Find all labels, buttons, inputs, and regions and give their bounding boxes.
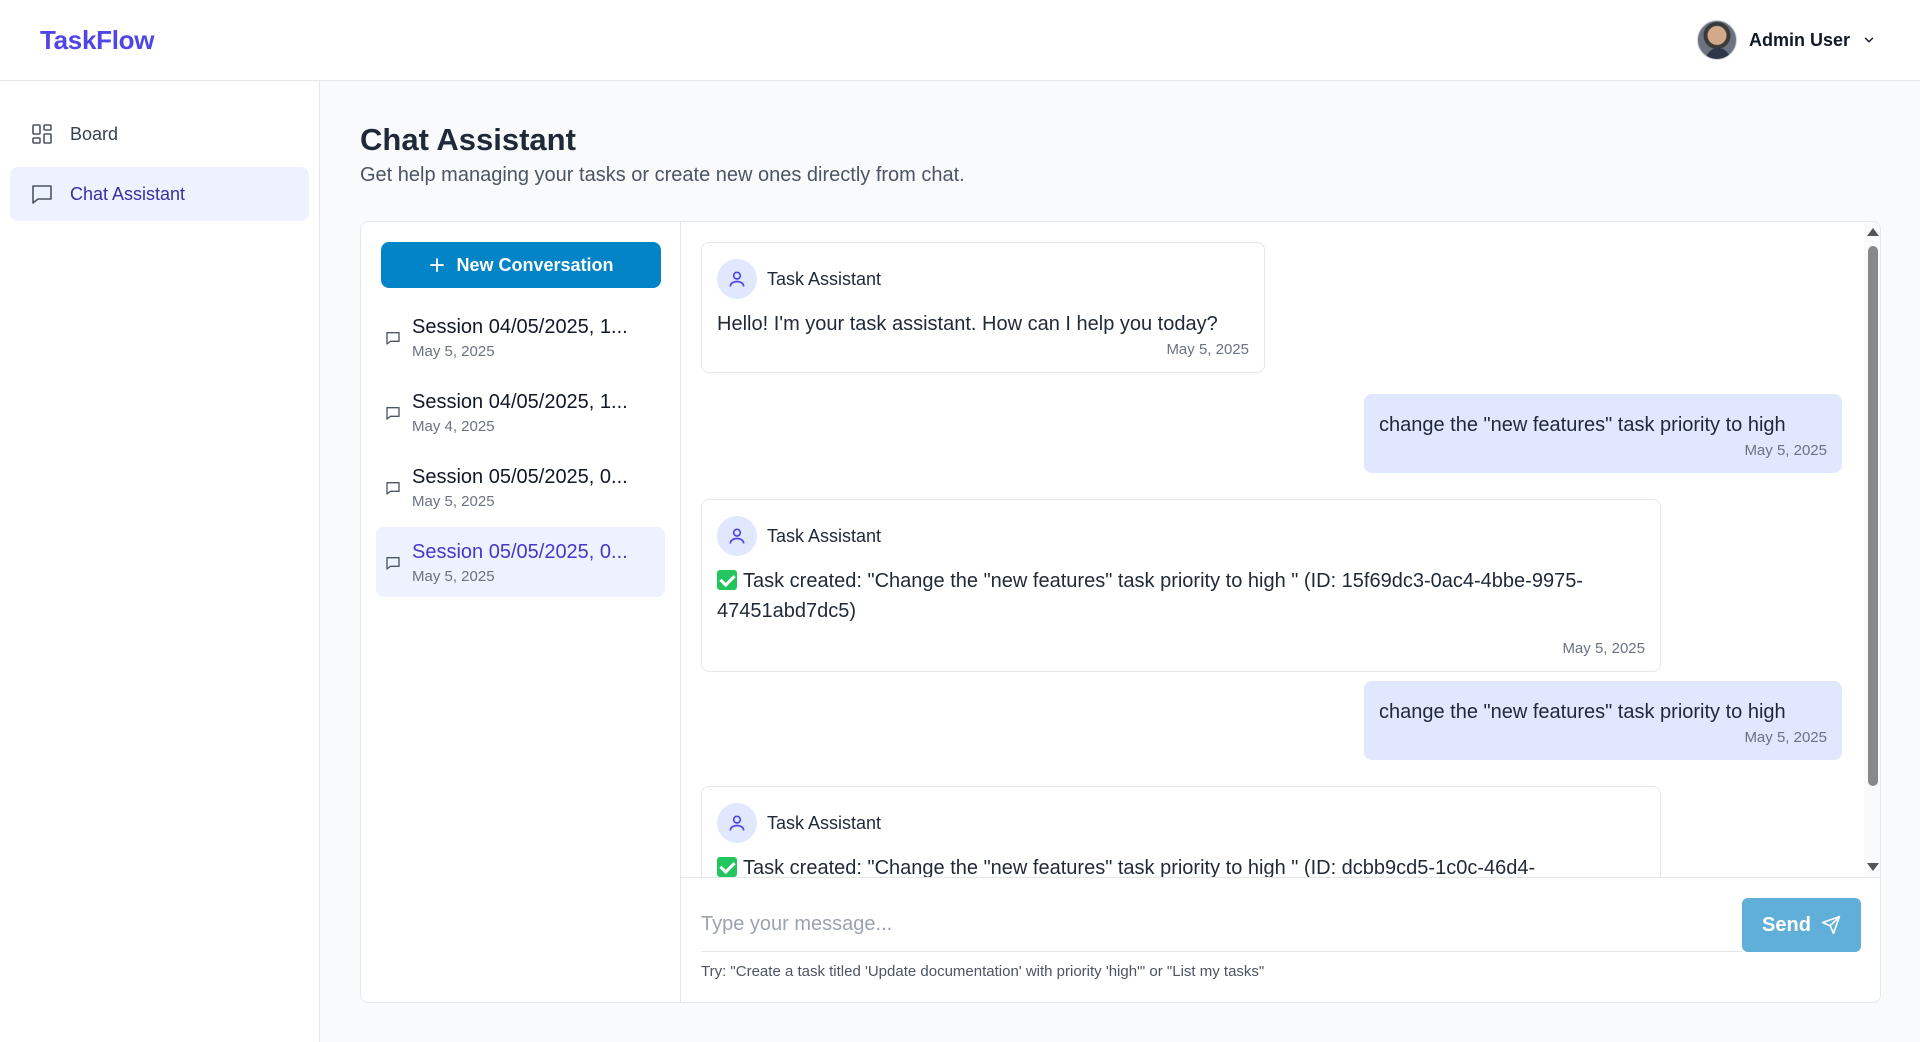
assistant-message: Task Assistant Hello! I'm your task assi… — [701, 242, 1265, 373]
message-text: Task created: "Change the "new features"… — [717, 570, 1583, 622]
conversation-list-panel: New Conversation Session 04/05/2025, 1..… — [361, 222, 681, 1002]
session-list: Session 04/05/2025, 1... May 5, 2025 Ses… — [376, 302, 665, 597]
session-date: May 5, 2025 — [412, 493, 495, 510]
session-date: May 4, 2025 — [412, 418, 495, 435]
grid-icon — [32, 124, 52, 144]
chat-icon — [32, 185, 52, 204]
assistant-avatar — [717, 259, 757, 299]
new-conversation-label: New Conversation — [456, 254, 614, 275]
message-time: May 5, 2025 — [1562, 640, 1645, 657]
session-title: Session 05/05/2025, 0... — [412, 466, 628, 488]
chat-panel: New Conversation Session 04/05/2025, 1..… — [360, 221, 1881, 1003]
chat-icon — [386, 482, 400, 495]
sidebar-item-board[interactable]: Board — [10, 107, 309, 161]
session-date: May 5, 2025 — [412, 343, 495, 360]
message-text: Hello! I'm your task assistant. How can … — [717, 313, 1218, 335]
brand-logo[interactable]: TaskFlow — [40, 25, 154, 56]
chat-icon — [386, 332, 400, 345]
composer-hint: Try: "Create a task titled 'Update docum… — [701, 963, 1265, 980]
message-text: change the "new features" task priority … — [1379, 414, 1786, 436]
check-icon — [717, 857, 737, 877]
send-icon — [1821, 915, 1841, 935]
new-conversation-button[interactable]: New Conversation — [381, 242, 661, 288]
scrollbar-thumb[interactable] — [1868, 246, 1878, 786]
session-item[interactable]: Session 05/05/2025, 0... May 5, 2025 — [376, 452, 665, 522]
session-date: May 5, 2025 — [412, 568, 495, 585]
assistant-message: Task Assistant Task created: "Change the… — [701, 499, 1661, 672]
plus-icon — [430, 258, 445, 272]
message-body: Task created: "Change the "new features"… — [717, 853, 1645, 877]
scroll-up-arrow-icon[interactable] — [1867, 228, 1879, 236]
session-title: Session 04/05/2025, 1... — [412, 316, 628, 338]
user-menu[interactable]: Admin User — [1696, 20, 1876, 60]
assistant-message: Task Assistant Task created: "Change the… — [701, 786, 1661, 877]
message-time: May 5, 2025 — [1166, 341, 1249, 358]
chevron-down-icon — [1864, 37, 1874, 43]
message-time: May 5, 2025 — [1744, 442, 1827, 459]
chat-icon — [386, 407, 400, 420]
scrollbar[interactable] — [1864, 222, 1880, 877]
message-body: Task created: "Change the "new features"… — [717, 566, 1645, 626]
sidebar-item-label: Board — [70, 123, 119, 144]
user-message: change the "new features" task priority … — [1364, 681, 1842, 760]
sidebar-item-label: Chat Assistant — [70, 183, 186, 204]
user-icon — [729, 815, 745, 831]
top-bar: TaskFlow Admin User — [0, 0, 1920, 81]
message-composer: Send Try: "Create a task titled 'Update … — [681, 877, 1880, 1002]
message-time: May 5, 2025 — [1744, 729, 1827, 746]
session-item[interactable]: Session 04/05/2025, 1... May 5, 2025 — [376, 302, 665, 372]
user-message: change the "new features" task priority … — [1364, 394, 1842, 473]
assistant-avatar — [717, 803, 757, 843]
message-input[interactable] — [701, 898, 1742, 952]
session-title: Session 05/05/2025, 0... — [412, 541, 628, 563]
scroll-down-arrow-icon[interactable] — [1867, 863, 1879, 871]
send-label: Send — [1762, 913, 1811, 936]
assistant-name: Task Assistant — [767, 812, 882, 833]
user-icon — [729, 528, 745, 544]
user-name: Admin User — [1748, 29, 1850, 50]
session-title: Session 04/05/2025, 1... — [412, 391, 628, 413]
message-list[interactable]: Task Assistant Hello! I'm your task assi… — [681, 222, 1880, 877]
session-item-active[interactable]: Session 05/05/2025, 0... May 5, 2025 — [376, 527, 665, 597]
sidebar-item-chat-assistant[interactable]: Chat Assistant — [10, 167, 309, 221]
message-text: change the "new features" task priority … — [1379, 701, 1786, 723]
assistant-avatar — [717, 516, 757, 556]
page-title: Chat Assistant — [360, 122, 576, 157]
assistant-name: Task Assistant — [767, 268, 882, 289]
session-item[interactable]: Session 04/05/2025, 1... May 4, 2025 — [376, 377, 665, 447]
chat-icon — [386, 557, 400, 570]
user-icon — [729, 271, 745, 287]
chat-column: Task Assistant Hello! I'm your task assi… — [681, 222, 1880, 1002]
message-text: Task created: "Change the "new features"… — [743, 857, 1536, 877]
avatar — [1696, 20, 1737, 60]
page-subtitle: Get help managing your tasks or create n… — [360, 164, 965, 186]
send-button[interactable]: Send — [1742, 898, 1861, 952]
check-icon — [717, 570, 737, 590]
assistant-name: Task Assistant — [767, 525, 882, 546]
sidebar: Board Chat Assistant — [0, 81, 320, 1042]
